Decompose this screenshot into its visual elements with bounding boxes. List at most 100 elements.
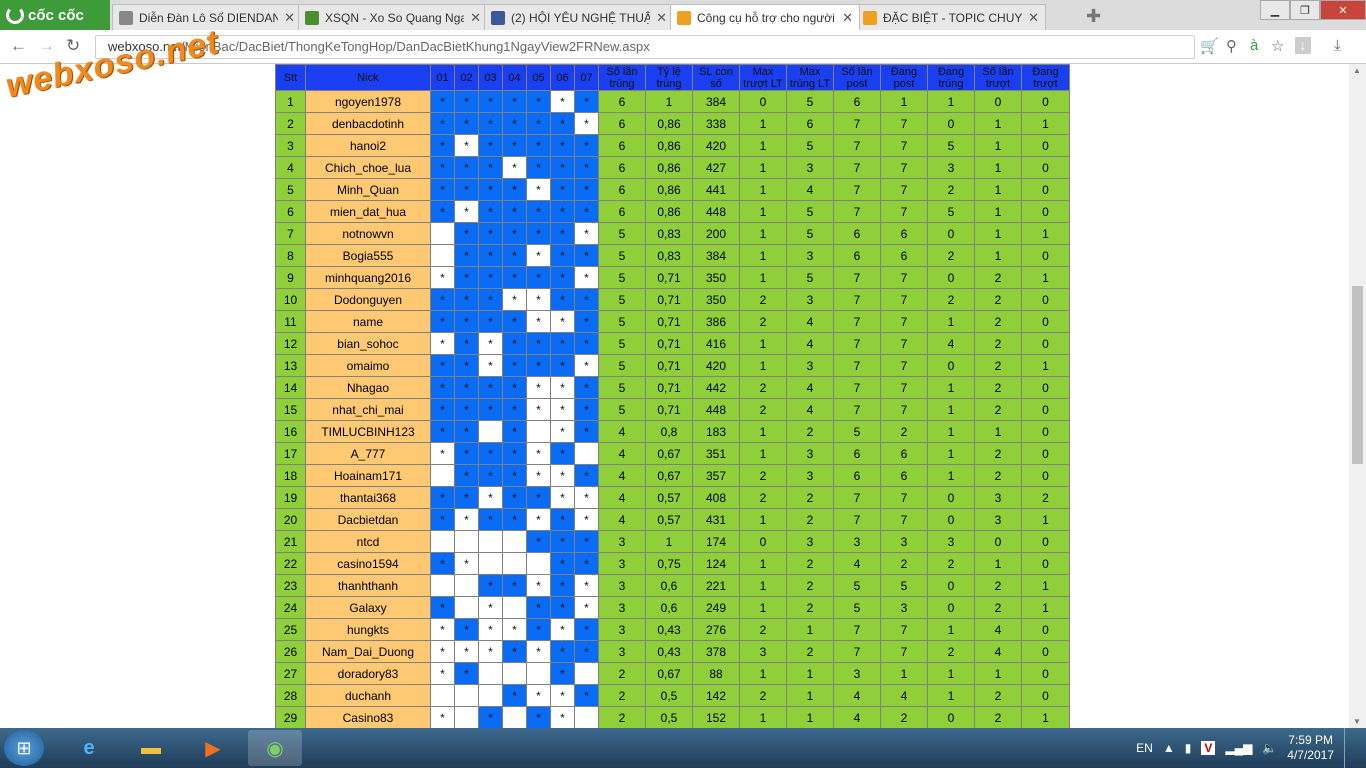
nick-cell[interactable]: Galaxy (305, 596, 431, 619)
nick-cell[interactable]: Nam_Dai_Duong (305, 640, 431, 663)
column-header[interactable]: Tỷ lệ trúng (645, 64, 693, 91)
stat-cell: 441 (692, 178, 740, 201)
column-header[interactable]: 02 (454, 64, 479, 91)
coccoc-taskbar-icon[interactable]: ◉ (248, 730, 302, 766)
nick-cell[interactable]: A_777 (305, 442, 431, 465)
column-header[interactable]: 07 (574, 64, 599, 91)
browser-brand[interactable]: cốc cốc (0, 0, 110, 30)
language-indicator[interactable]: EN (1136, 741, 1153, 755)
tray-expand-icon[interactable]: ▲ (1163, 741, 1175, 755)
url-input[interactable]: webxoso.net/MienBac/DacBiet/ThongKeTongH… (95, 35, 1195, 59)
scroll-down-icon[interactable]: ▼ (1353, 717, 1361, 726)
nick-cell[interactable]: mien_dat_hua (305, 200, 431, 223)
zoom-icon[interactable]: ⚲ (1226, 37, 1237, 55)
day-mark-cell: * (478, 266, 503, 289)
translate-icon[interactable]: à (1250, 37, 1258, 54)
tab-3[interactable]: (2) HỘI YÊU NGHỆ THUẬT ✕ (484, 4, 674, 30)
scrollbar-thumb[interactable] (1352, 286, 1363, 464)
page-scrollbar[interactable]: ▲ ▼ (1349, 64, 1366, 728)
column-header[interactable]: Max trúng LT (786, 64, 834, 91)
column-header[interactable]: Số lần post (833, 64, 881, 91)
close-tab-icon[interactable]: ✕ (842, 10, 853, 26)
nick-cell[interactable]: Minh_Quan (305, 178, 431, 201)
close-tab-icon[interactable]: ✕ (656, 10, 667, 26)
close-tab-icon[interactable]: ✕ (284, 10, 295, 26)
nick-cell[interactable]: notnowvn (305, 222, 431, 245)
stat-cell: 0,57 (645, 486, 693, 509)
forward-icon[interactable]: → (38, 36, 55, 56)
nick-cell[interactable]: Bogia555 (305, 244, 431, 267)
column-header[interactable]: Nick (305, 64, 431, 91)
nick-cell[interactable]: duchanh (305, 684, 431, 707)
close-window-icon[interactable]: ✕ (1320, 0, 1366, 20)
nick-cell[interactable]: Casino83 (305, 706, 431, 728)
nick-cell[interactable]: omaimo (305, 354, 431, 377)
nick-cell[interactable]: bian_sohoc (305, 332, 431, 355)
folder-icon[interactable]: ▬ (124, 730, 178, 766)
day-mark-cell: * (478, 178, 503, 201)
nick-cell[interactable]: Hoainam171 (305, 464, 431, 487)
column-header[interactable]: 03 (478, 64, 503, 91)
minimize-icon[interactable]: ▁ (1260, 0, 1290, 20)
nick-cell[interactable]: name (305, 310, 431, 333)
stat-cell: 338 (692, 112, 740, 135)
nick-cell[interactable]: ngoyen1978 (305, 90, 431, 113)
ie-icon[interactable]: e (62, 730, 116, 766)
nick-cell[interactable]: casino1594 (305, 552, 431, 575)
nick-cell[interactable]: Chich_choe_lua (305, 156, 431, 179)
nick-cell[interactable]: doradory83 (305, 662, 431, 685)
column-header[interactable]: Đang trượt (1021, 64, 1070, 91)
back-icon[interactable]: ← (10, 36, 27, 56)
column-header[interactable]: Stt (275, 64, 306, 91)
maximize-icon[interactable]: ❐ (1290, 0, 1320, 20)
nick-cell[interactable]: nhat_chi_mai (305, 398, 431, 421)
day-mark-cell: * (478, 134, 503, 157)
day-mark-cell: * (550, 618, 575, 641)
battery-icon[interactable]: ▮ (1185, 741, 1192, 755)
cart-icon[interactable]: 🛒 (1200, 37, 1219, 55)
download-icon[interactable]: ⤓ (1334, 37, 1341, 54)
clock[interactable]: 7:59 PM 4/7/2017 (1287, 733, 1334, 763)
nick-cell[interactable]: TIMLUCBINH123 (305, 420, 431, 443)
nick-cell[interactable]: thantai368 (305, 486, 431, 509)
nick-cell[interactable]: ntcd (305, 530, 431, 553)
network-icon[interactable]: ▂▄▆ (1225, 741, 1252, 755)
day-mark-cell: * (526, 596, 551, 619)
tab-2[interactable]: XSQN - Xo So Quang Ngai ✕ (298, 4, 488, 30)
media-player-icon[interactable]: ▶ (186, 730, 240, 766)
column-header[interactable]: 05 (526, 64, 551, 91)
new-tab-icon[interactable]: ✚ (1086, 6, 1101, 27)
tab-5[interactable]: ĐẶC BIỆT - TOPIC CHUYÊN✕ (856, 4, 1046, 30)
nick-cell[interactable]: Dacbietdan (305, 508, 431, 531)
column-header[interactable]: 01 (430, 64, 455, 91)
nick-cell[interactable]: minhquang2016 (305, 266, 431, 289)
column-header[interactable]: Đang post (880, 64, 928, 91)
scroll-up-icon[interactable]: ▲ (1353, 66, 1361, 75)
column-header[interactable]: Max trượt LT (739, 64, 787, 91)
column-header[interactable]: Đang trúng (927, 64, 975, 91)
day-mark-cell: * (502, 574, 527, 597)
header-row: Stt Nick 01 02 03 04 05 06 07 Số lần trúng Tỷ lệ t… (275, 64, 1070, 91)
nick-cell[interactable]: thanhthanh (305, 574, 431, 597)
close-tab-icon[interactable]: ✕ (470, 10, 481, 26)
nick-cell[interactable]: hungkts (305, 618, 431, 641)
download-bar-icon[interactable]: ↓ (1295, 37, 1311, 54)
nick-cell[interactable]: Dodonguyen (305, 288, 431, 311)
column-header[interactable]: 04 (502, 64, 527, 91)
day-mark-cell (454, 574, 479, 597)
column-header[interactable]: Số lần trúng (598, 64, 646, 91)
nick-cell[interactable]: Nhagao (305, 376, 431, 399)
tab-4[interactable]: Công cụ hỗ trợ cho người ✕ (670, 4, 860, 30)
stat-cell: 0 (927, 706, 975, 728)
nick-cell[interactable]: hanoi2 (305, 134, 431, 157)
column-header[interactable]: SL con số (692, 64, 740, 91)
antivirus-icon[interactable]: V (1201, 741, 1216, 755)
nick-cell[interactable]: denbacdotinh (305, 112, 431, 135)
volume-icon[interactable]: 🔈 (1262, 741, 1277, 755)
start-button[interactable]: ⊞ (4, 730, 44, 766)
show-desktop-button[interactable] (1344, 728, 1354, 768)
close-tab-icon[interactable]: ✕ (1028, 10, 1039, 26)
column-header[interactable]: 06 (550, 64, 575, 91)
bookmark-star-icon[interactable]: ☆ (1271, 37, 1284, 55)
column-header[interactable]: Số lần trượt (974, 64, 1022, 91)
